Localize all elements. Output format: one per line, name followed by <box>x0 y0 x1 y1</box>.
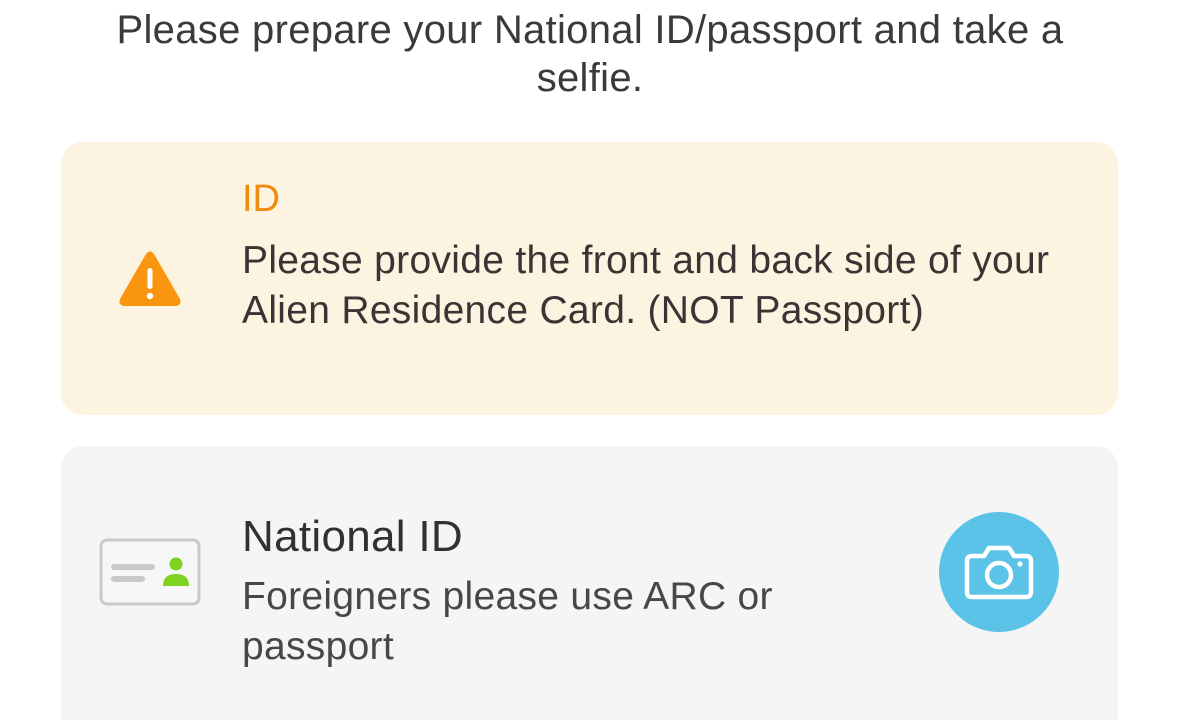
camera-button[interactable] <box>939 512 1059 632</box>
warning-icon <box>118 250 182 308</box>
page: Please prepare your National ID/passport… <box>0 0 1178 720</box>
instructions-text: Please prepare your National ID/passport… <box>116 8 1064 100</box>
id-card-icon <box>99 538 201 606</box>
camera-icon <box>964 545 1034 600</box>
option-subtitle: Foreigners please use ARC or passport <box>242 575 773 668</box>
notice-title: ID <box>242 178 280 220</box>
option-title: National ID <box>242 512 463 561</box>
notice-body: Please provide the front and back side o… <box>242 239 1050 332</box>
